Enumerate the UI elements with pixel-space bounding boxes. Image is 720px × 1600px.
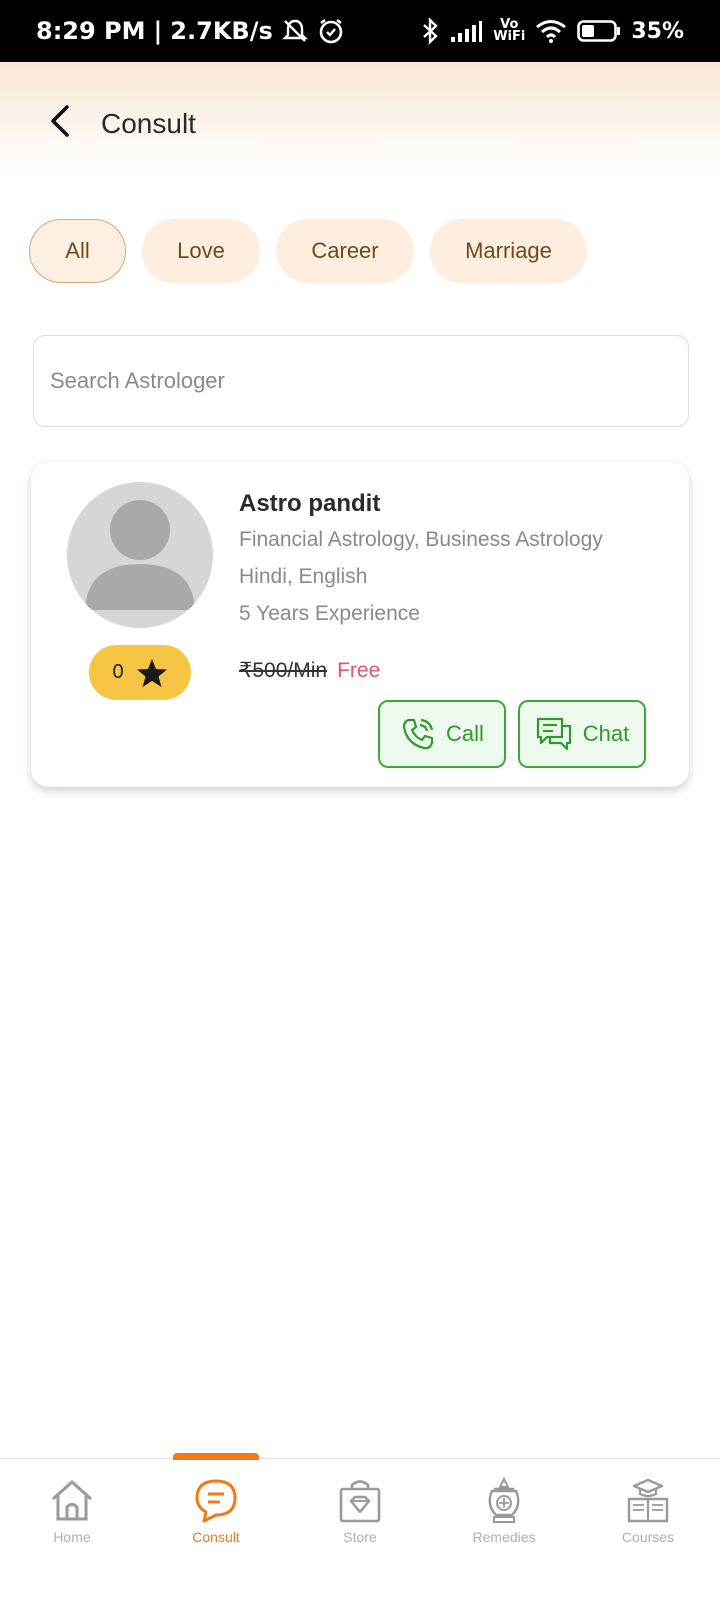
page-title: Consult: [101, 108, 196, 139]
chat-icon: [536, 717, 571, 751]
chat-button[interactable]: Chat: [518, 700, 646, 768]
courses-icon: [627, 1478, 669, 1523]
nav-courses[interactable]: Courses: [588, 1477, 708, 1545]
chip-marriage[interactable]: Marriage: [430, 219, 587, 283]
price-current: Free: [337, 658, 381, 682]
phone-icon: [402, 718, 434, 750]
chip-love[interactable]: Love: [142, 219, 260, 283]
call-label: Call: [446, 721, 484, 746]
star-icon: [136, 658, 167, 687]
astrologer-specialties: Financial Astrology, Business Astrology: [239, 528, 603, 551]
nav-remedies[interactable]: Remedies: [444, 1477, 564, 1545]
wifi-icon: [535, 19, 567, 43]
price-original: ₹500/Min: [239, 659, 328, 682]
active-tab-indicator: [173, 1453, 259, 1460]
store-icon: [339, 1480, 381, 1523]
rating-badge: 0: [89, 645, 191, 700]
bluetooth-icon: [421, 17, 439, 45]
nav-store[interactable]: Store: [300, 1477, 420, 1545]
call-button[interactable]: Call: [378, 700, 506, 768]
app-header: Consult: [0, 62, 720, 174]
avatar: [67, 482, 213, 628]
bottom-navigation: Home Consult Store Remedies Courses: [0, 1453, 720, 1600]
nav-consult[interactable]: Consult: [156, 1477, 276, 1545]
astrologer-experience: 5 Years Experience: [239, 602, 420, 625]
astrologer-languages: Hindi, English: [239, 565, 368, 588]
status-time: 8:29 PM: [36, 17, 146, 45]
home-icon: [51, 1480, 93, 1521]
back-button[interactable]: [44, 100, 76, 142]
battery-icon: [577, 20, 621, 42]
chip-career[interactable]: Career: [276, 219, 414, 283]
chip-all[interactable]: All: [29, 219, 126, 283]
rating-value: 0: [112, 661, 124, 683]
category-chips: All Love Career Marriage: [29, 219, 587, 283]
search-box: [33, 335, 689, 427]
search-input[interactable]: [50, 368, 688, 394]
chevron-left-icon: [51, 105, 69, 137]
astrologer-card[interactable]: 0 Astro pandit Financial Astrology, Busi…: [31, 462, 689, 787]
nav-home[interactable]: Home: [12, 1477, 132, 1545]
battery-level: 35%: [631, 18, 684, 44]
alarm-icon: [317, 17, 345, 45]
status-bar: 8:29 PM | 2.7KB/s Vo WiFi 35%: [0, 0, 720, 62]
price-row: ₹500/Min Free: [239, 658, 380, 683]
astrologer-name: Astro pandit: [239, 490, 381, 517]
person-placeholder-icon: [85, 500, 195, 610]
status-network-speed: 2.7KB/s: [170, 17, 273, 45]
remedies-icon: [488, 1477, 520, 1523]
signal-icon: [449, 19, 483, 43]
chat-label: Chat: [582, 721, 630, 746]
vowifi-icon: Vo WiFi: [493, 17, 526, 44]
consult-icon: [195, 1479, 237, 1523]
mute-icon: [281, 18, 309, 44]
